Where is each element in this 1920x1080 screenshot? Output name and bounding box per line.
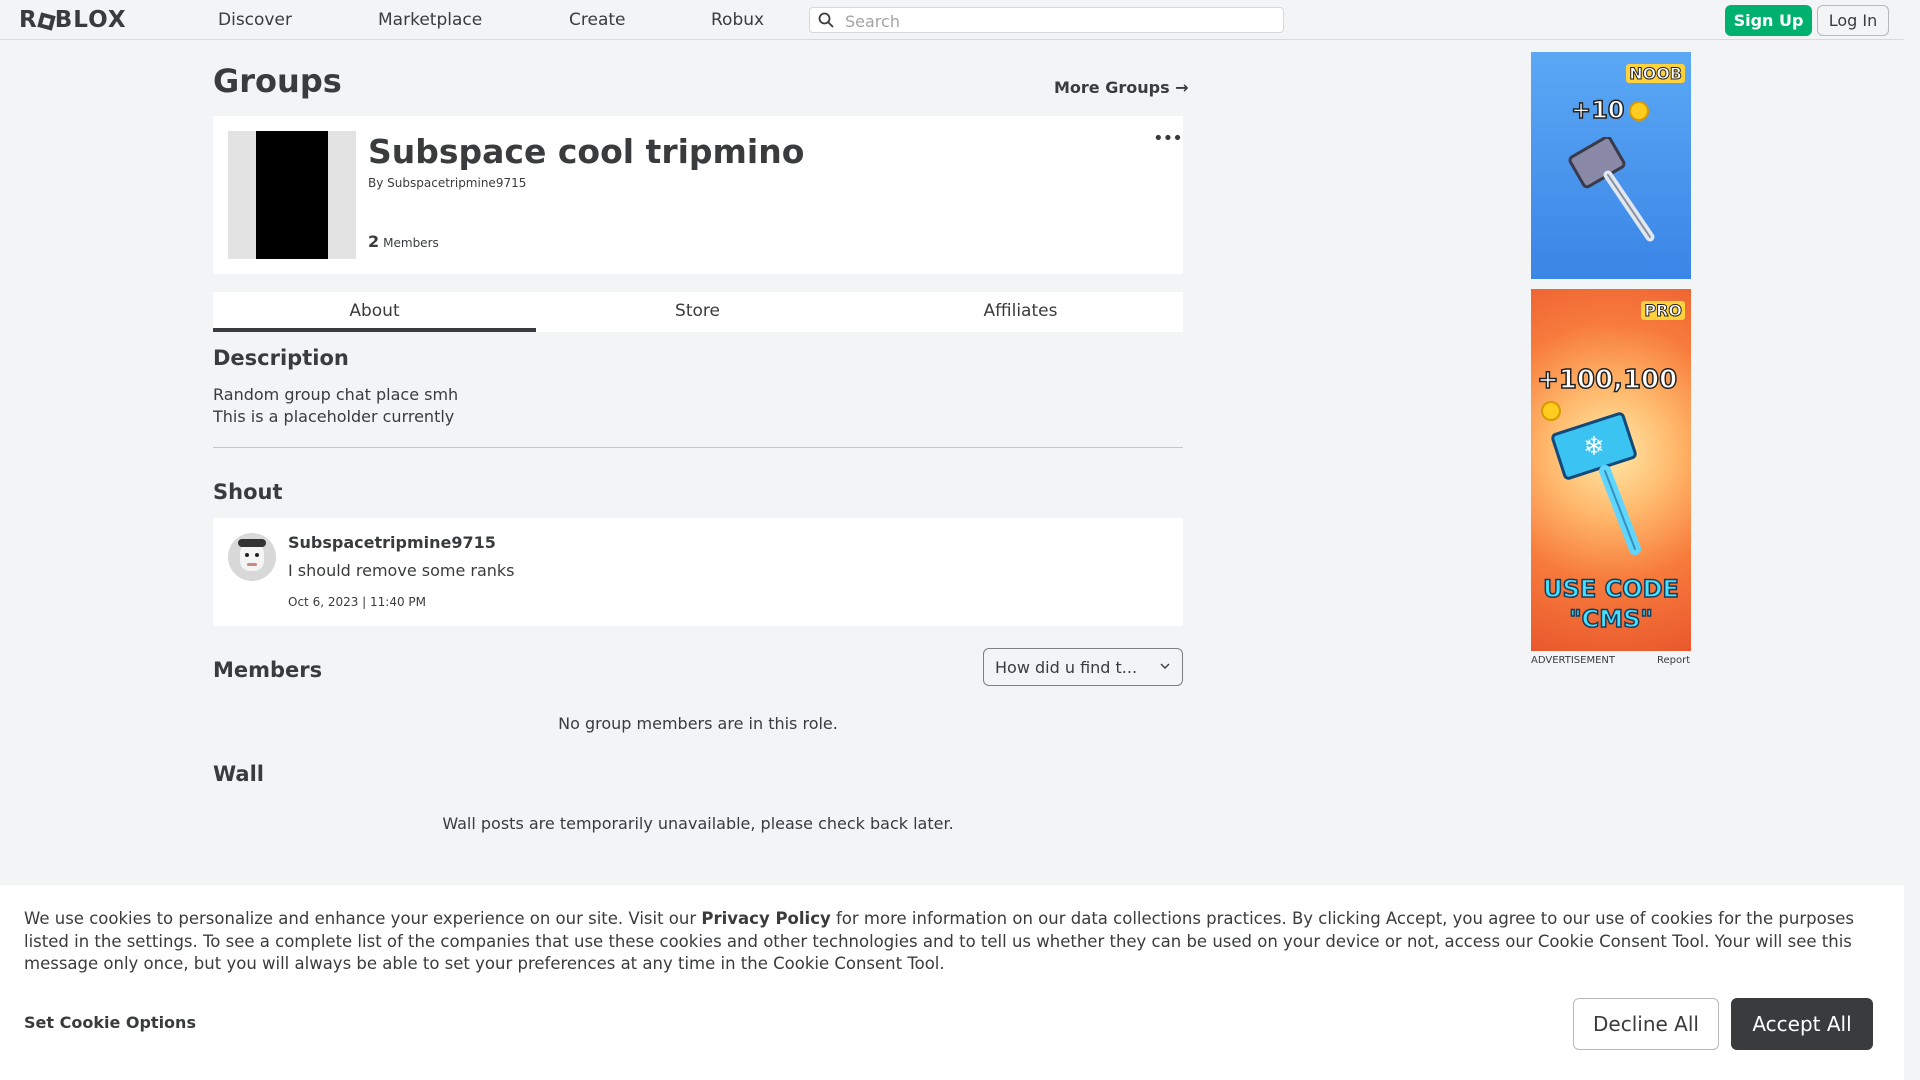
ad-tag: NOOB (1626, 64, 1685, 84)
shout-card: Subspacetripmine9715 I should remove som… (213, 518, 1183, 626)
group-header-card: Subspace cool tripmino By Subspacetripmi… (213, 116, 1183, 274)
ad-amount: +10 (1570, 95, 1649, 125)
tab-affiliates[interactable]: Affiliates (859, 292, 1182, 332)
shout-timestamp: Oct 6, 2023 | 11:40 PM (288, 595, 427, 609)
description-line: Random group chat place smh (213, 385, 459, 404)
description-text: Random group chat place smh This is a pl… (213, 384, 458, 428)
group-owner-link[interactable]: Subspacetripmine9715 (387, 176, 526, 190)
more-options-icon[interactable]: ••• (1153, 128, 1183, 149)
nav-link-robux[interactable]: Robux (711, 10, 764, 30)
wall-heading: Wall (213, 762, 264, 786)
wall-unavailable-message: Wall posts are temporarily unavailable, … (442, 814, 954, 833)
nav-link-create[interactable]: Create (569, 10, 626, 30)
privacy-policy-link[interactable]: Privacy Policy (701, 909, 830, 928)
member-count-value: 2 (368, 232, 380, 251)
group-emblem-image (228, 131, 356, 259)
chevron-down-icon (1160, 663, 1170, 669)
top-navigation-bar: R BLOX Discover Marketplace Create Robux … (0, 0, 1920, 40)
set-cookie-options-link[interactable]: Set Cookie Options (24, 1013, 196, 1032)
cookie-consent-text: We use cookies to personalize and enhanc… (24, 908, 1884, 976)
role-select-dropdown[interactable]: How did u find t... (983, 648, 1183, 686)
advertisement-banner-pro[interactable]: PRO +100,100 ❄ USE CODE "CMS" (1531, 289, 1691, 651)
search-input[interactable] (843, 10, 1277, 32)
report-ad-link[interactable]: Report (1657, 655, 1690, 666)
ad-code-line: USE CODE (1542, 574, 1679, 604)
ad-amount-text: +100,100 (1536, 364, 1678, 396)
accept-all-button[interactable]: Accept All (1731, 998, 1873, 1050)
ad-code-line: "CMS" (1568, 604, 1653, 634)
log-in-button[interactable]: Log In (1817, 5, 1889, 36)
description-line: This is a placeholder currently (213, 407, 455, 426)
section-divider (213, 447, 1183, 448)
group-owner-prefix: By (368, 176, 384, 190)
avatar[interactable] (228, 533, 276, 581)
sign-up-button[interactable]: Sign Up (1725, 5, 1812, 36)
snowflake-icon: ❄ (1583, 432, 1605, 462)
roblox-logo[interactable]: R BLOX (19, 7, 127, 33)
ad-tag: PRO (1641, 301, 1685, 321)
member-count-label: Members (383, 236, 439, 250)
advertisement-banner-noob[interactable]: NOOB +10 (1531, 52, 1691, 279)
description-heading: Description (213, 346, 349, 370)
advertisement-label: ADVERTISEMENT (1531, 655, 1616, 666)
tab-about[interactable]: About (213, 292, 536, 332)
search-box[interactable] (809, 7, 1284, 33)
role-select-value: How did u find t... (995, 658, 1138, 677)
cookie-consent-banner: We use cookies to personalize and enhanc… (0, 885, 1904, 1080)
group-tabs: About Store Affiliates (213, 292, 1183, 332)
group-owner-line: By Subspacetripmine9715 (368, 176, 526, 190)
group-name: Subspace cool tripmino (368, 132, 805, 171)
members-empty-message: No group members are in this role. (558, 714, 838, 733)
page-title: Groups (213, 62, 342, 100)
group-member-count: 2 Members (368, 232, 439, 251)
page-scrollbar[interactable] (1904, 0, 1920, 1080)
ice-hammer-icon: ❄ (1551, 412, 1641, 555)
more-groups-link[interactable]: More Groups → (1054, 78, 1189, 97)
cookie-text-part: We use cookies to personalize and enhanc… (24, 909, 702, 928)
nav-link-discover[interactable]: Discover (218, 10, 292, 30)
members-heading: Members (213, 658, 323, 682)
shout-username-link[interactable]: Subspacetripmine9715 (288, 533, 496, 552)
tab-store[interactable]: Store (536, 292, 859, 332)
hammer-icon (1568, 137, 1655, 242)
shout-message: I should remove some ranks (288, 561, 515, 580)
coin-icon (1628, 101, 1649, 121)
shout-heading: Shout (213, 480, 283, 504)
search-icon (818, 12, 834, 28)
ad-amount-text: +10 (1570, 95, 1625, 125)
nav-link-marketplace[interactable]: Marketplace (378, 10, 482, 30)
decline-all-button[interactable]: Decline All (1573, 998, 1719, 1050)
